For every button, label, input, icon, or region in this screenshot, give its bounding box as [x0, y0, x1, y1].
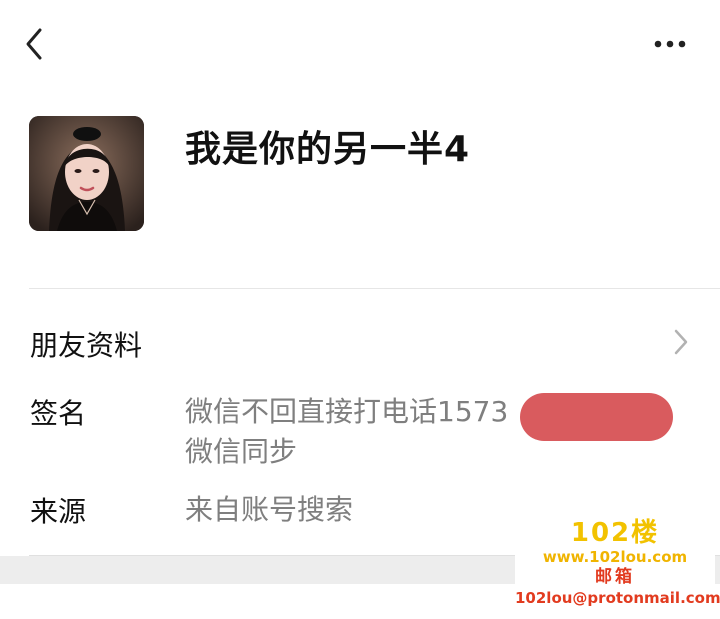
redaction-mark — [520, 393, 673, 441]
signature-line-2: 微信同步 — [185, 435, 298, 468]
friend-info-label: 朋友资料 — [30, 329, 143, 362]
watermark-site: www.102lou.com — [542, 548, 688, 566]
watermark-email: 102lou@protonmail.com — [515, 589, 720, 607]
source-label: 来源 — [30, 495, 87, 528]
watermark-logo: 102楼 — [570, 518, 660, 548]
signature-label: 签名 — [30, 397, 87, 430]
watermark-mail-label: 邮箱 — [595, 567, 635, 587]
more-options-button[interactable] — [648, 30, 692, 58]
watermark: 102楼 www.102lou.com 邮箱 102lou@protonmail… — [515, 518, 720, 614]
signature-line-1: 微信不回直接打电话1573 — [185, 395, 509, 428]
contact-nickname: 我是你的另一半4 — [185, 129, 471, 170]
more-horizontal-icon — [654, 40, 686, 48]
signature-value: 微信不回直接打电话1573 微信同步 — [185, 392, 508, 472]
chevron-left-icon — [26, 28, 42, 60]
avatar[interactable] — [29, 116, 144, 231]
source-value: 来自账号搜索 — [185, 493, 354, 526]
back-button[interactable] — [20, 24, 52, 64]
section-divider — [29, 288, 720, 289]
chevron-right-icon — [674, 329, 688, 355]
avatar-photo — [29, 116, 144, 231]
friend-info-row[interactable]: 朋友资料 — [0, 310, 720, 374]
top-bar — [0, 0, 720, 90]
